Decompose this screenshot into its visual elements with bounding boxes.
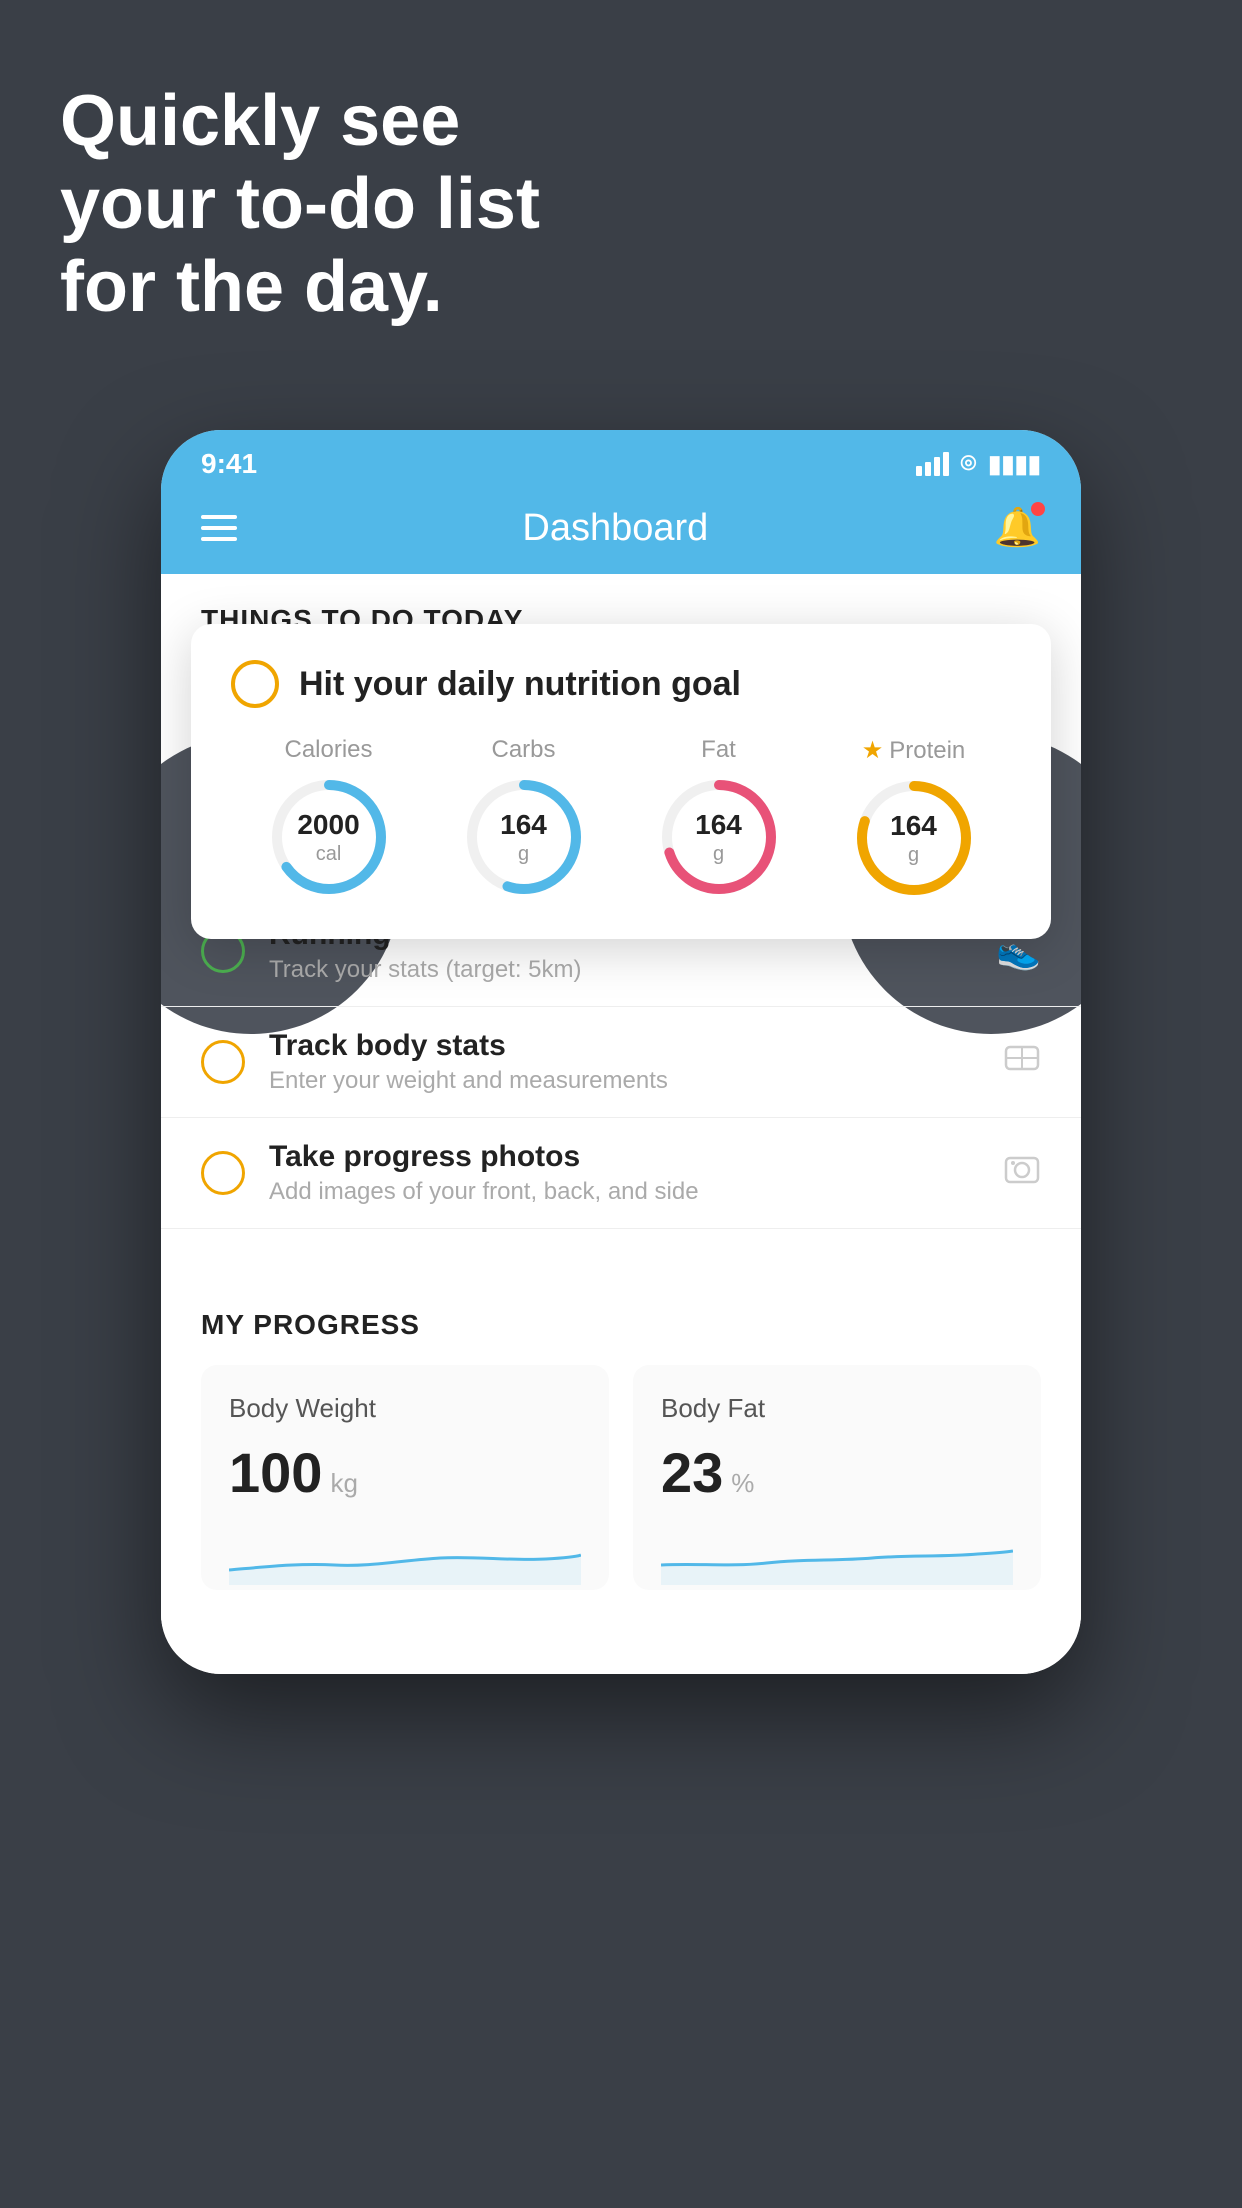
body-weight-unit: kg [330, 1468, 357, 1499]
todo-circle-nutrition[interactable] [231, 660, 279, 708]
todo-text-photos: Take progress photos Add images of your … [269, 1140, 983, 1206]
nutrition-row: Calories 2000 cal [231, 736, 1011, 903]
status-icons: ⌾ ▮▮▮▮ [916, 448, 1041, 480]
carbs-value: 164 [500, 808, 547, 842]
todo-subtitle-running: Track your stats (target: 5km) [269, 956, 976, 984]
todo-text-body-stats: Track body stats Enter your weight and m… [269, 1029, 983, 1095]
nutrition-carbs: Carbs 164 g [459, 736, 589, 902]
phone-frame: 9:41 ⌾ ▮▮▮▮ Dashboard 🔔 [161, 430, 1081, 1674]
todo-title-body-stats: Track body stats [269, 1029, 983, 1063]
body-fat-value-row: 23 % [661, 1440, 1013, 1505]
body-fat-card[interactable]: Body Fat 23 % [633, 1365, 1041, 1590]
hero-line3: for the day. [60, 246, 540, 329]
protein-label: ★ Protein [862, 736, 966, 765]
nutrition-calories: Calories 2000 cal [264, 736, 394, 902]
calories-label: Calories [284, 736, 372, 764]
time: 9:41 [201, 448, 257, 480]
battery-icon: ▮▮▮▮ [988, 450, 1041, 479]
nav-title: Dashboard [522, 507, 708, 550]
protein-donut: 164 g [849, 773, 979, 903]
todo-title-photos: Take progress photos [269, 1140, 983, 1174]
todo-subtitle-body-stats: Enter your weight and measurements [269, 1067, 983, 1095]
card-title-row: Hit your daily nutrition goal [231, 660, 1011, 708]
carbs-unit: g [500, 842, 547, 866]
carbs-label: Carbs [491, 736, 555, 764]
todo-item-photos[interactable]: Take progress photos Add images of your … [161, 1118, 1081, 1229]
nutrition-fat: Fat 164 g [654, 736, 784, 902]
todo-circle-body-stats [201, 1040, 245, 1084]
calories-unit: cal [297, 842, 359, 866]
body-fat-value: 23 [661, 1440, 723, 1505]
body-fat-sparkline [661, 1525, 1013, 1585]
body-fat-unit: % [731, 1468, 754, 1499]
body-fat-title: Body Fat [661, 1393, 1013, 1424]
body-weight-value: 100 [229, 1440, 322, 1505]
wifi-icon: ⌾ [961, 448, 977, 480]
progress-cards: Body Weight 100 kg Body Fat [201, 1365, 1041, 1590]
body-weight-value-row: 100 kg [229, 1440, 581, 1505]
calories-donut: 2000 cal [264, 772, 394, 902]
notification-bell-icon[interactable]: 🔔 [994, 506, 1041, 550]
hero-line2: your to-do list [60, 163, 540, 246]
progress-header: MY PROGRESS [201, 1309, 1041, 1341]
nutrition-protein: ★ Protein 164 g [849, 736, 979, 903]
photo-icon [1003, 1150, 1041, 1197]
content-area: THINGS TO DO TODAY Hit your daily nutrit… [161, 574, 1081, 1674]
fat-value: 164 [695, 808, 742, 842]
nutrition-card: Hit your daily nutrition goal Calories [191, 624, 1051, 939]
status-bar: 9:41 ⌾ ▮▮▮▮ [161, 430, 1081, 490]
phone-wrapper: 9:41 ⌾ ▮▮▮▮ Dashboard 🔔 [161, 430, 1081, 1674]
carbs-donut: 164 g [459, 772, 589, 902]
todo-item-body-stats[interactable]: Track body stats Enter your weight and m… [161, 1007, 1081, 1118]
body-weight-card[interactable]: Body Weight 100 kg [201, 1365, 609, 1590]
protein-value: 164 [890, 809, 937, 843]
nutrition-card-title: Hit your daily nutrition goal [299, 665, 741, 704]
hero-line1: Quickly see [60, 80, 540, 163]
notification-dot [1031, 502, 1045, 516]
fat-unit: g [695, 842, 742, 866]
hero-text: Quickly see your to-do list for the day. [60, 80, 540, 328]
scale-icon [1003, 1039, 1041, 1086]
star-icon: ★ [862, 736, 884, 765]
body-weight-title: Body Weight [229, 1393, 581, 1424]
fat-label: Fat [701, 736, 736, 764]
signal-icon [916, 452, 949, 476]
protein-unit: g [890, 843, 937, 867]
todo-subtitle-photos: Add images of your front, back, and side [269, 1178, 983, 1206]
body-weight-sparkline [229, 1525, 581, 1585]
nav-bar: Dashboard 🔔 [161, 490, 1081, 574]
calories-value: 2000 [297, 808, 359, 842]
fat-donut: 164 g [654, 772, 784, 902]
menu-icon[interactable] [201, 515, 237, 541]
todo-circle-photos [201, 1151, 245, 1195]
progress-section: MY PROGRESS Body Weight 100 kg [161, 1269, 1081, 1620]
